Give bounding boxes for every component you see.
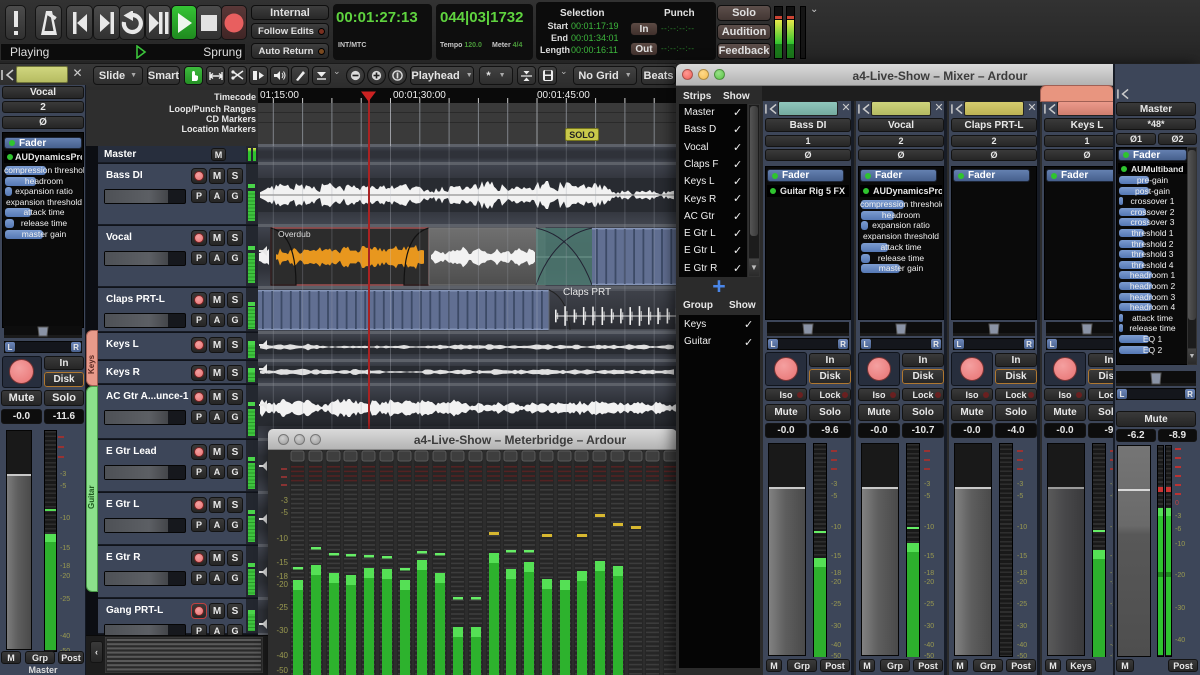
svg-text:-5: -5 [281, 508, 289, 517]
svg-text:-3: -3 [281, 496, 289, 505]
svg-text:-25: -25 [276, 603, 288, 612]
svg-text:Claps PRT: Claps PRT [563, 287, 611, 298]
svg-text:-10: -10 [276, 534, 288, 543]
svg-text:-15: -15 [276, 558, 288, 567]
svg-text:-40: -40 [276, 651, 288, 660]
svg-text:-20: -20 [276, 580, 288, 589]
svg-text:Overdub: Overdub [278, 229, 311, 239]
svg-text:-50: -50 [276, 666, 288, 675]
svg-text:-30: -30 [276, 626, 288, 635]
